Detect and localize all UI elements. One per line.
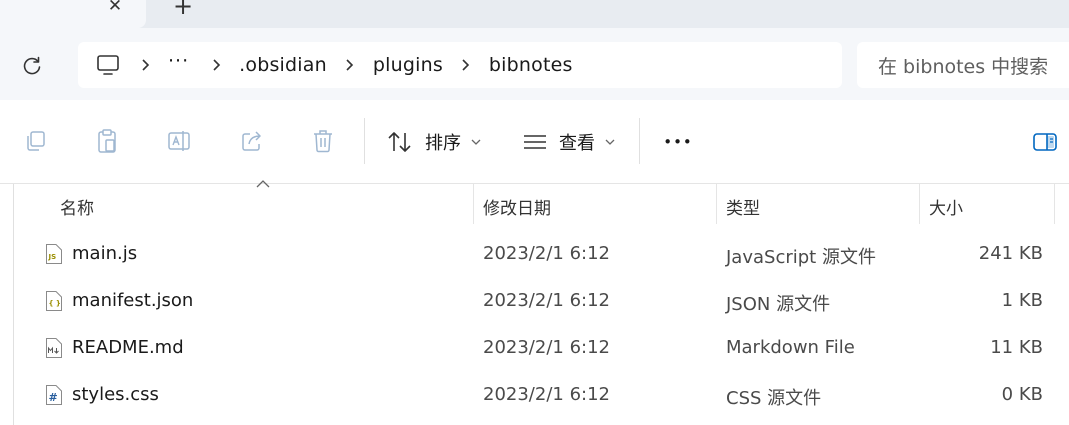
file-row[interactable]: README.md 2023/2/1 6:12 Markdown File 11… bbox=[0, 325, 1069, 371]
column-header-row: 名称 修改日期 类型 大小 bbox=[0, 184, 1069, 226]
chevron-right-icon[interactable] bbox=[211, 58, 221, 72]
column-resize-handle[interactable] bbox=[1054, 184, 1055, 224]
js-file-icon: JS bbox=[46, 244, 62, 264]
clipboard-icon bbox=[98, 129, 116, 153]
css-file-icon: # bbox=[46, 385, 62, 405]
command-bar: 排序 查看 ••• bbox=[0, 100, 1069, 184]
file-modified: 2023/2/1 6:12 bbox=[483, 384, 610, 405]
file-type: JavaScript 源文件 bbox=[726, 247, 876, 268]
file-modified: 2023/2/1 6:12 bbox=[483, 337, 610, 358]
this-pc-button[interactable] bbox=[96, 52, 122, 78]
chevron-down-icon bbox=[471, 139, 481, 145]
file-type: CSS 源文件 bbox=[726, 388, 822, 409]
file-row[interactable]: { } manifest.json 2023/2/1 6:12 JSON 源文件… bbox=[0, 278, 1069, 324]
rename-icon bbox=[168, 131, 190, 151]
chevron-right-icon[interactable] bbox=[461, 58, 471, 72]
address-bar[interactable]: ··· .obsidian plugins bibnotes bbox=[78, 42, 842, 88]
svg-text:{ }: { } bbox=[49, 300, 61, 308]
close-icon: ✕ bbox=[107, 0, 123, 16]
column-resize-handle[interactable] bbox=[716, 184, 717, 224]
chevron-right-icon[interactable] bbox=[140, 58, 150, 72]
trash-icon bbox=[314, 130, 332, 153]
file-size: 11 KB bbox=[990, 337, 1043, 358]
file-type: Markdown File bbox=[726, 337, 855, 358]
file-name: main.js bbox=[72, 243, 138, 264]
breadcrumb-obsidian[interactable]: .obsidian bbox=[239, 54, 327, 76]
file-name: manifest.json bbox=[72, 290, 194, 311]
delete-button[interactable] bbox=[308, 126, 338, 156]
breadcrumb-plugins[interactable]: plugins bbox=[373, 54, 443, 76]
sort-button[interactable]: 排序 bbox=[387, 127, 481, 157]
plus-icon: + bbox=[172, 0, 194, 20]
details-pane-button[interactable] bbox=[1030, 130, 1060, 154]
column-header-size[interactable]: 大小 bbox=[929, 194, 963, 219]
refresh-icon bbox=[23, 56, 41, 75]
column-header-name[interactable]: 名称 bbox=[60, 194, 94, 219]
details-pane-icon bbox=[1033, 133, 1057, 151]
share-button[interactable] bbox=[237, 126, 267, 156]
copy-button[interactable] bbox=[20, 126, 50, 156]
file-type: JSON 源文件 bbox=[726, 294, 831, 315]
more-icon: ••• bbox=[663, 133, 693, 151]
rename-button[interactable] bbox=[164, 126, 194, 156]
sort-label: 排序 bbox=[425, 133, 461, 154]
file-size: 0 KB bbox=[1001, 384, 1043, 405]
copy-icon bbox=[27, 131, 45, 151]
column-resize-handle[interactable] bbox=[473, 184, 474, 224]
markdown-file-icon bbox=[46, 338, 62, 358]
view-label: 查看 bbox=[559, 133, 595, 154]
file-modified: 2023/2/1 6:12 bbox=[483, 243, 610, 264]
chevron-down-icon bbox=[605, 139, 615, 145]
sort-icon bbox=[388, 132, 411, 152]
file-modified: 2023/2/1 6:12 bbox=[483, 290, 610, 311]
svg-text:#: # bbox=[49, 391, 58, 404]
tab-strip: ✕ + bbox=[0, 0, 1069, 28]
file-row[interactable]: JS main.js 2023/2/1 6:12 JavaScript 源文件 … bbox=[0, 231, 1069, 277]
breadcrumb-overflow[interactable]: ··· bbox=[168, 50, 189, 72]
paste-button[interactable] bbox=[92, 126, 122, 156]
file-name: README.md bbox=[72, 337, 184, 358]
file-size: 241 KB bbox=[978, 243, 1043, 264]
more-options-button[interactable]: ••• bbox=[662, 127, 694, 157]
toolbar-divider bbox=[364, 118, 365, 164]
column-header-type[interactable]: 类型 bbox=[726, 194, 760, 219]
breadcrumb-bibnotes[interactable]: bibnotes bbox=[489, 54, 573, 76]
file-name: styles.css bbox=[72, 384, 159, 405]
computer-icon bbox=[97, 55, 119, 75]
search-input[interactable]: 在 bibnotes 中搜索 bbox=[857, 42, 1069, 88]
svg-text:JS: JS bbox=[48, 253, 57, 261]
tab-close-button[interactable]: ✕ bbox=[100, 0, 130, 18]
navigation-bar: ··· .obsidian plugins bibnotes 在 bibnote… bbox=[0, 28, 1069, 100]
tab-bibnotes[interactable]: ✕ bbox=[0, 0, 146, 28]
column-header-modified[interactable]: 修改日期 bbox=[483, 194, 551, 219]
view-list-icon bbox=[524, 135, 546, 149]
toolbar-divider bbox=[639, 118, 640, 164]
file-size: 1 KB bbox=[1001, 290, 1043, 311]
file-list: 名称 修改日期 类型 大小 JS main.js 2023/2/1 6:12 J… bbox=[0, 180, 1069, 425]
new-tab-button[interactable]: + bbox=[168, 0, 198, 20]
refresh-button[interactable] bbox=[18, 52, 46, 80]
column-resize-handle[interactable] bbox=[919, 184, 920, 224]
share-icon bbox=[242, 131, 261, 151]
chevron-right-icon[interactable] bbox=[345, 58, 355, 72]
file-row[interactable]: # styles.css 2023/2/1 6:12 CSS 源文件 0 KB bbox=[0, 372, 1069, 418]
view-button[interactable]: 查看 bbox=[523, 127, 615, 157]
json-file-icon: { } bbox=[46, 291, 62, 311]
